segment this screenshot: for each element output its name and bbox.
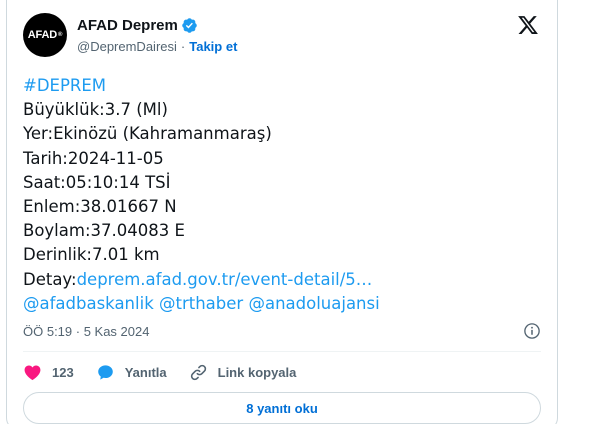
tweet-header: AFAD ® AFAD Deprem @DepremDairesi · Takip… <box>23 12 541 60</box>
hashtag-link[interactable]: #DEPREM <box>23 76 106 95</box>
tweet-line-depth: Derinlik:7.01 km <box>23 245 160 265</box>
mention-link[interactable]: @afadbaskanlik <box>23 294 154 313</box>
tweet-line-time: Saat:05:10:14 TSİ <box>23 172 171 192</box>
reply-label: Yanıtla <box>124 364 167 380</box>
tweet-line-date: Tarih:2024-11-05 <box>23 148 164 168</box>
tweet-line-magnitude: Büyüklük:3.7 (Ml) <box>23 100 168 120</box>
verified-badge-icon <box>182 18 197 33</box>
like-button[interactable]: 123 <box>23 363 74 382</box>
action-bar: 123 Yanıtla Link kopyala <box>23 362 318 382</box>
tweet-line-location: Yer:Ekinözü (Kahramanmaraş) <box>23 124 272 144</box>
read-replies-button[interactable]: 8 yanıtı oku <box>23 392 541 424</box>
name-row: AFAD Deprem <box>77 17 198 34</box>
link-icon <box>190 364 206 380</box>
copy-link-button[interactable]: Link kopyala <box>189 363 297 382</box>
handle[interactable]: @DepremDairesi <box>77 39 177 54</box>
copy-link-label: Link kopyala <box>217 364 297 380</box>
heart-icon <box>24 365 41 380</box>
mention-link[interactable]: @anadoluajansi <box>248 294 379 313</box>
tweet-line-mentions: @afadbaskanlik @trthaber @anadoluajansi <box>23 292 541 316</box>
tweet-card: AFAD ® AFAD Deprem @DepremDairesi · Takip… <box>6 0 558 424</box>
reply-button[interactable]: Yanıtla <box>96 363 167 382</box>
detail-prefix: Detay: <box>23 269 77 289</box>
follow-button[interactable]: Takip et <box>189 39 237 54</box>
tweet-line-hashtag: #DEPREM <box>23 74 541 98</box>
read-replies-label: 8 yanıtı oku <box>246 400 318 416</box>
handle-row: @DepremDairesi · Takip et <box>77 39 237 54</box>
x-logo-icon[interactable] <box>517 14 539 36</box>
avatar-registered-mark: ® <box>57 32 63 38</box>
divider <box>23 351 541 352</box>
mention-link[interactable]: @trthaber <box>159 294 243 313</box>
avatar[interactable]: AFAD ® <box>23 13 67 57</box>
tweet-text: #DEPREM Büyüklük:3.7 (Ml) Yer:Ekinözü (K… <box>23 74 541 316</box>
avatar-text: AFAD <box>27 29 57 41</box>
tweet-line-detail: Detay:deprem.afad.gov.tr/event-detail/5… <box>23 268 541 292</box>
reply-bubble-icon <box>97 364 113 380</box>
tweet-line-longitude: Boylam:37.04083 E <box>23 221 185 241</box>
timestamp-row: ÖÖ 5:19 · 5 Kas 2024 <box>23 322 541 342</box>
like-count: 123 <box>52 364 74 380</box>
display-name[interactable]: AFAD Deprem <box>77 17 178 34</box>
info-icon[interactable] <box>523 322 541 340</box>
handle-separator: · <box>180 39 186 54</box>
timestamp[interactable]: ÖÖ 5:19 · 5 Kas 2024 <box>23 324 149 339</box>
detail-link[interactable]: deprem.afad.gov.tr/event-detail/5… <box>77 270 373 289</box>
tweet-line-latitude: Enlem:38.01667 N <box>23 197 177 217</box>
